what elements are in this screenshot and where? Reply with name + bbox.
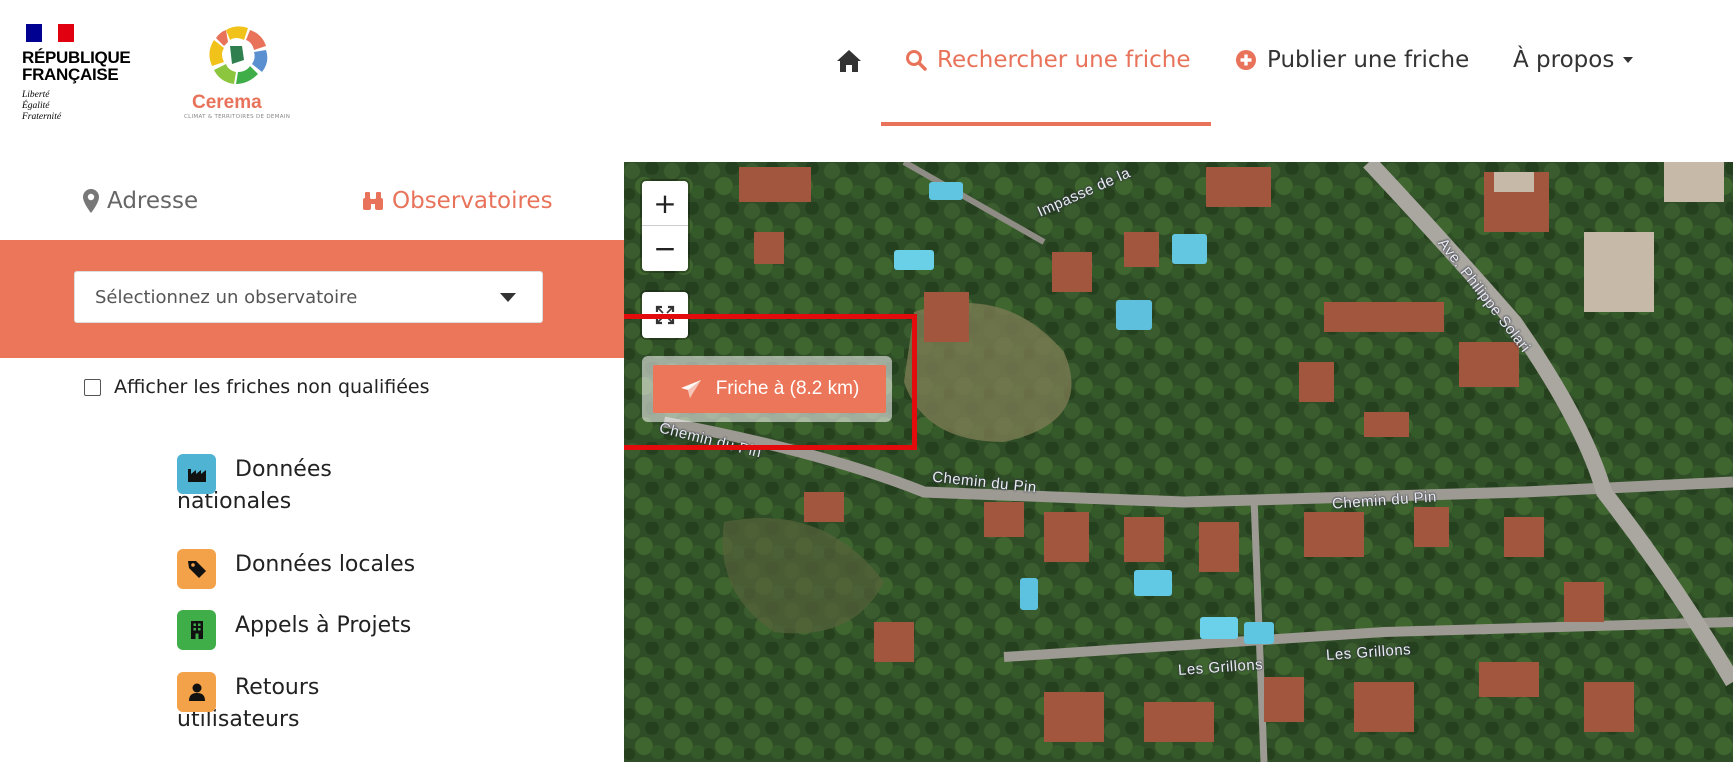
site-header: RÉPUBLIQUE FRANÇAISE Liberté Égalité Fra… — [0, 0, 1733, 162]
expand-icon — [655, 305, 675, 325]
gov-title-line2: FRANÇAISE — [22, 65, 119, 84]
nav-about-dropdown[interactable]: À propos — [1513, 47, 1634, 73]
home-icon[interactable] — [836, 49, 862, 73]
zoom-control: + − — [642, 181, 688, 271]
cerema-logo[interactable]: Cerema CLIMAT & TERRITOIRES DE DEMAIN — [184, 24, 290, 124]
legend-item-donnees-locales: Données locales — [177, 549, 417, 589]
gov-title-line1: RÉPUBLIQUE — [22, 48, 131, 67]
nav-about-label: À propos — [1513, 47, 1615, 73]
cerema-name: Cerema — [192, 92, 262, 113]
nav-search-label: Rechercher une friche — [937, 47, 1191, 73]
nav-publish-link[interactable]: Publier une friche — [1235, 47, 1469, 73]
nearest-friche-label: Friche à (8.2 km) — [715, 378, 860, 399]
search-icon — [906, 50, 927, 71]
cerema-tagline: CLIMAT & TERRITOIRES DE DEMAIN — [184, 114, 291, 120]
legend-label-line1: Données locales — [235, 552, 416, 577]
caret-down-icon — [1623, 57, 1634, 63]
map-view[interactable]: Impasse de la Ave. Philippe Solari Chemi… — [624, 162, 1733, 762]
nearest-friche-button[interactable]: Friche à (8.2 km) — [653, 365, 886, 413]
fullscreen-button[interactable] — [642, 292, 688, 338]
plus-circle-icon — [1236, 50, 1256, 70]
unqualified-friches-label: Afficher les friches non qualifiées — [114, 376, 430, 398]
tab-adresse[interactable]: Adresse — [83, 188, 198, 214]
tab-observatoires[interactable]: Observatoires — [362, 188, 553, 214]
motto-fraternite: Fraternité — [22, 112, 62, 122]
building-icon — [177, 610, 216, 650]
legend-item-retours-utilisateurs: Retours utilisateurs — [177, 672, 417, 736]
zoom-out-button[interactable]: − — [642, 226, 688, 271]
paper-plane-icon — [680, 380, 701, 398]
legend-label-line1: Retours — [235, 675, 320, 700]
nav-search-link[interactable]: Rechercher une friche — [905, 47, 1191, 73]
legend-label-line1: Données — [235, 457, 332, 482]
motto-egalite: Égalité — [22, 101, 50, 111]
tab-observatoires-label: Observatoires — [392, 188, 553, 214]
cerema-emblem-icon — [209, 26, 268, 84]
tab-adresse-label: Adresse — [107, 188, 199, 214]
observatory-select[interactable]: Sélectionnez un observatoire — [74, 271, 543, 323]
legend-item-appels-a-projets: Appels à Projets — [177, 610, 417, 650]
map-marker-icon — [83, 189, 99, 213]
republique-francaise-logo[interactable]: RÉPUBLIQUE FRANÇAISE Liberté Égalité Fra… — [22, 24, 142, 123]
observatory-select-placeholder: Sélectionnez un observatoire — [95, 286, 358, 308]
unqualified-friches-checkbox[interactable] — [84, 378, 101, 396]
caret-down-icon — [500, 293, 516, 302]
user-icon — [177, 672, 216, 712]
legend-item-donnees-nationales: Données nationales — [177, 454, 417, 518]
binoculars-icon — [363, 192, 383, 210]
gov-motto: Liberté Égalité Fraternité — [22, 90, 142, 123]
zoom-in-button[interactable]: + — [642, 181, 688, 226]
tag-icon — [177, 549, 216, 589]
search-tabs: Adresse Observatoires — [0, 162, 624, 240]
gov-title: RÉPUBLIQUE FRANÇAISE — [22, 49, 142, 83]
search-panel: Adresse Observatoires Sélectionnez un ob… — [0, 162, 624, 762]
french-flag-icon — [26, 24, 74, 42]
factory-icon — [177, 454, 216, 494]
unqualified-friches-toggle[interactable]: Afficher les friches non qualifiées — [84, 376, 430, 398]
nav-publish-label: Publier une friche — [1267, 47, 1470, 73]
nav-active-indicator — [881, 122, 1211, 126]
motto-liberte: Liberté — [22, 90, 50, 100]
nearest-friche-control: Friche à (8.2 km) — [642, 356, 892, 422]
legend-label-line1: Appels à Projets — [235, 613, 412, 638]
